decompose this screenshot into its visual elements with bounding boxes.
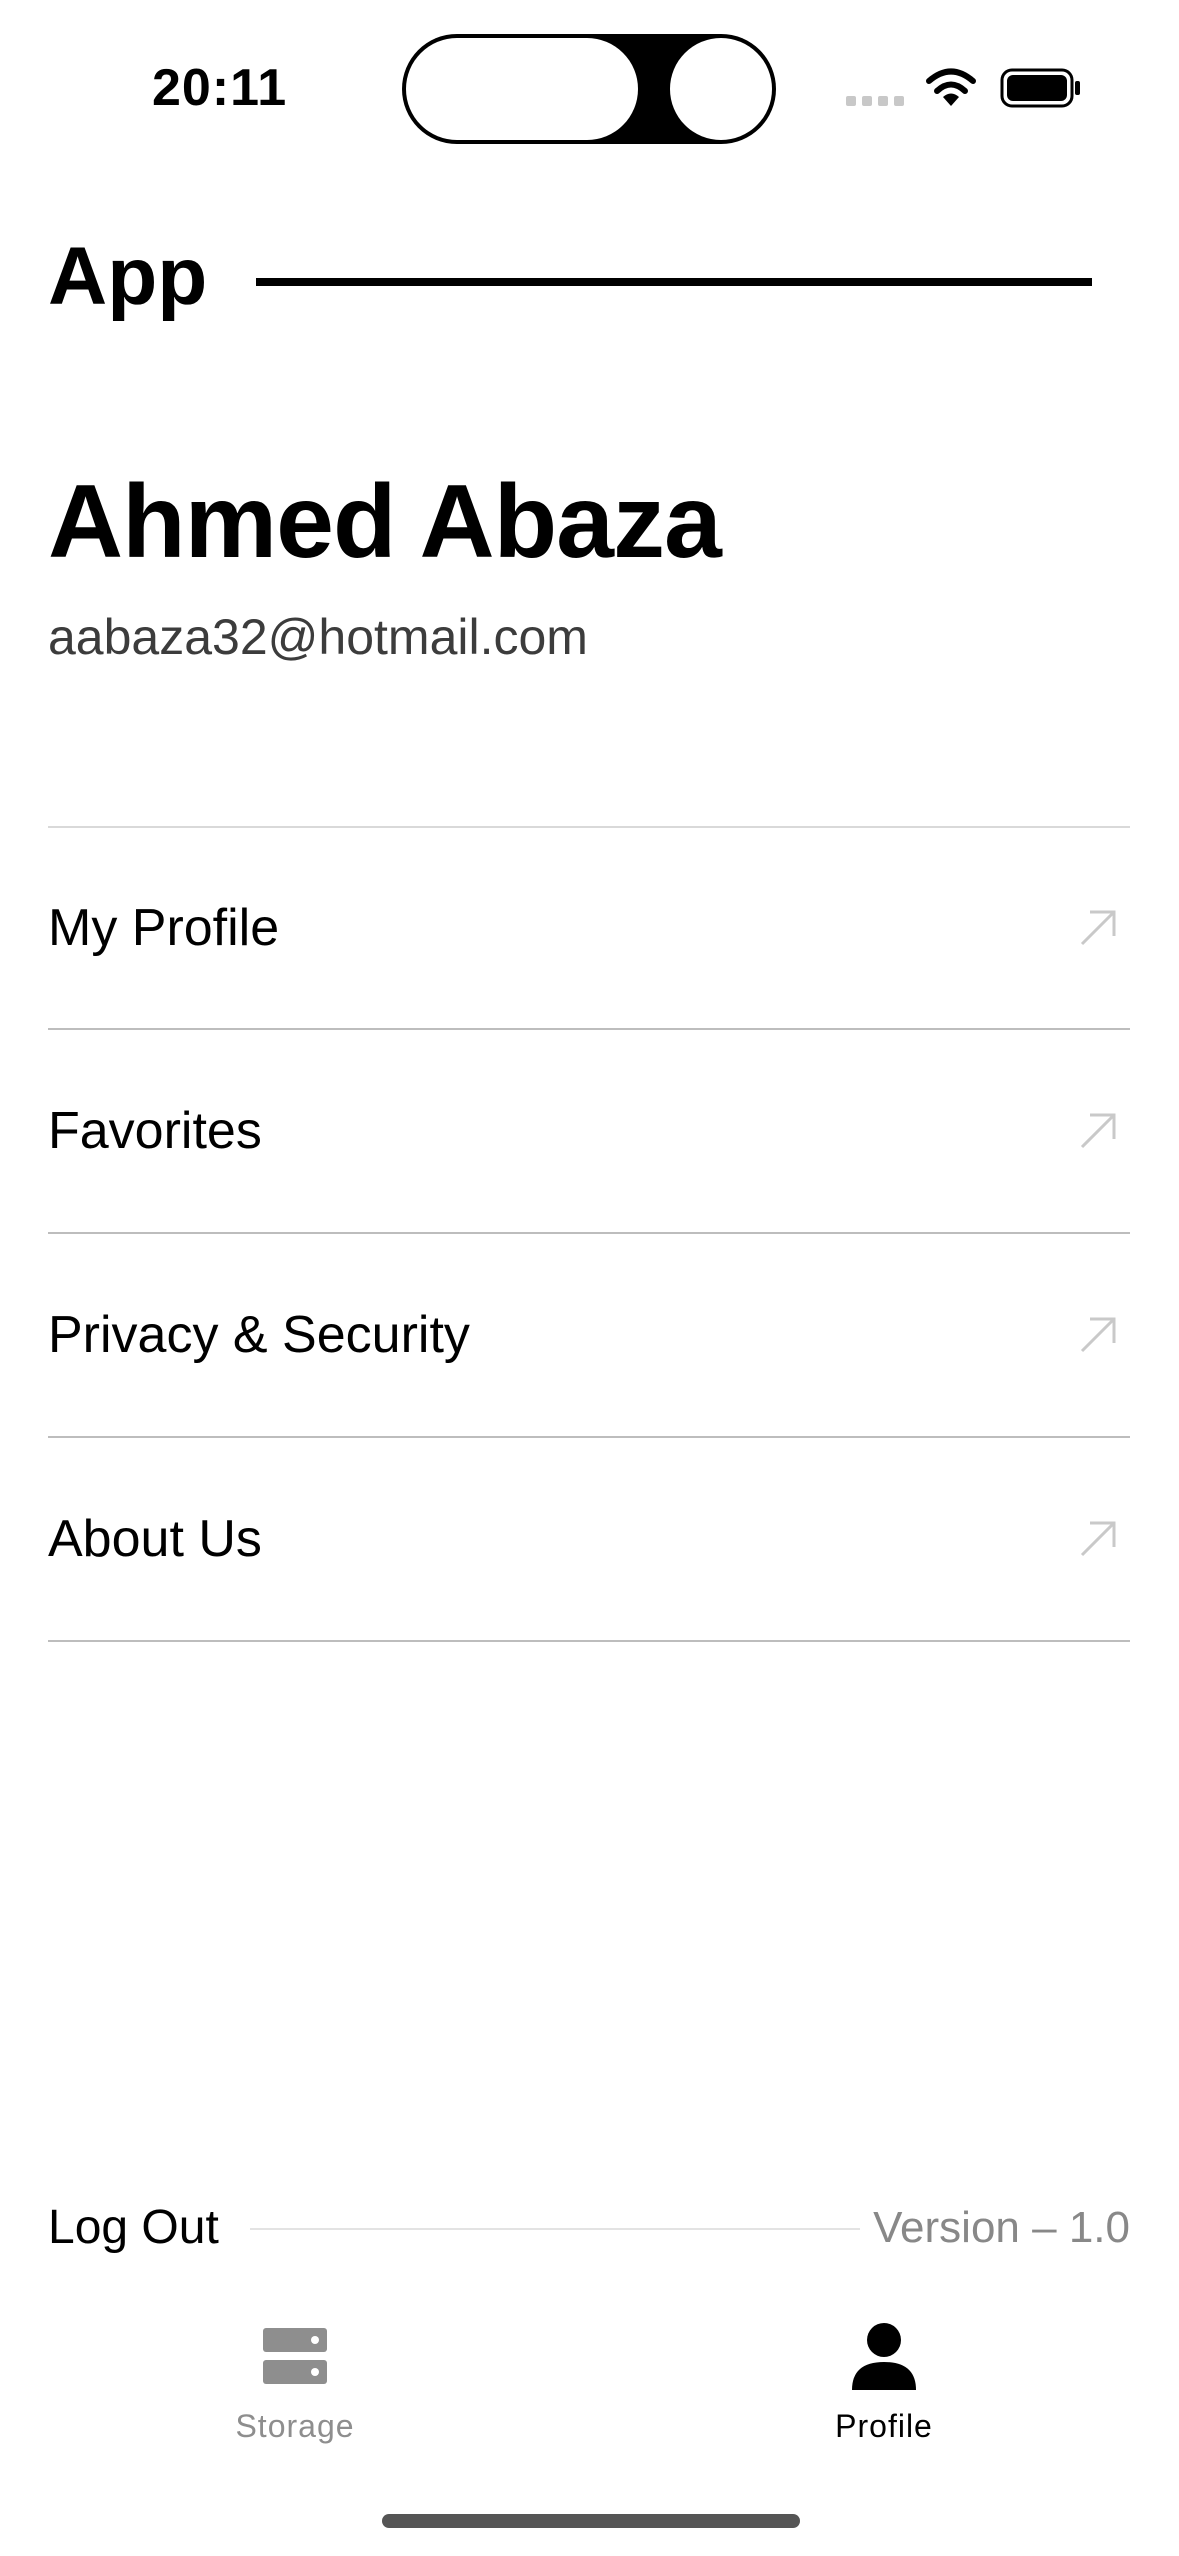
- menu-item-about-us[interactable]: About Us: [48, 1438, 1130, 1642]
- user-email: aabaza32@hotmail.com: [48, 609, 588, 665]
- tab-label: Storage: [235, 2408, 355, 2444]
- battery-icon: [1000, 68, 1080, 108]
- user-name: Ahmed Abaza: [48, 464, 722, 580]
- footer-divider: [250, 2228, 860, 2230]
- menu-item-favorites[interactable]: Favorites: [48, 1030, 1130, 1234]
- app-title: App: [48, 231, 208, 322]
- menu-item-label: Privacy & Security: [48, 1306, 470, 1364]
- tab-profile[interactable]: Profile: [734, 2320, 1034, 2460]
- person-icon: [852, 2323, 916, 2390]
- title-rule: [256, 278, 1092, 286]
- tab-storage[interactable]: Storage: [145, 2320, 445, 2460]
- dynamic-island: [402, 34, 776, 144]
- island-pill-right: [670, 38, 772, 140]
- arrow-up-right-icon: [1080, 1113, 1116, 1149]
- storage-icon: [263, 2328, 327, 2384]
- menu-item-my-profile[interactable]: My Profile: [48, 826, 1130, 1030]
- home-indicator[interactable]: [382, 2514, 800, 2528]
- status-time: 20:11: [152, 59, 288, 117]
- version-label: Version – 1.0: [873, 2203, 1130, 2252]
- arrow-up-right-icon: [1080, 1521, 1116, 1557]
- logout-button[interactable]: Log Out: [48, 2204, 219, 2252]
- tab-label: Profile: [835, 2408, 933, 2444]
- menu-item-privacy-security[interactable]: Privacy & Security: [48, 1234, 1130, 1438]
- arrow-up-right-icon: [1080, 1317, 1116, 1353]
- island-pill-left: [406, 38, 638, 140]
- menu-item-label: Favorites: [48, 1102, 262, 1160]
- arrow-up-right-icon: [1080, 910, 1116, 946]
- signal-dots-icon: [846, 96, 904, 106]
- wifi-icon: [926, 68, 976, 106]
- menu-item-label: About Us: [48, 1510, 262, 1568]
- menu-item-label: My Profile: [48, 899, 280, 957]
- profile-menu: My Profile Favorites Privacy & Security …: [48, 826, 1130, 1642]
- profile-screen: 20:11 App Ahmed Abaza aabaza32@hotmail.c…: [0, 0, 1179, 2556]
